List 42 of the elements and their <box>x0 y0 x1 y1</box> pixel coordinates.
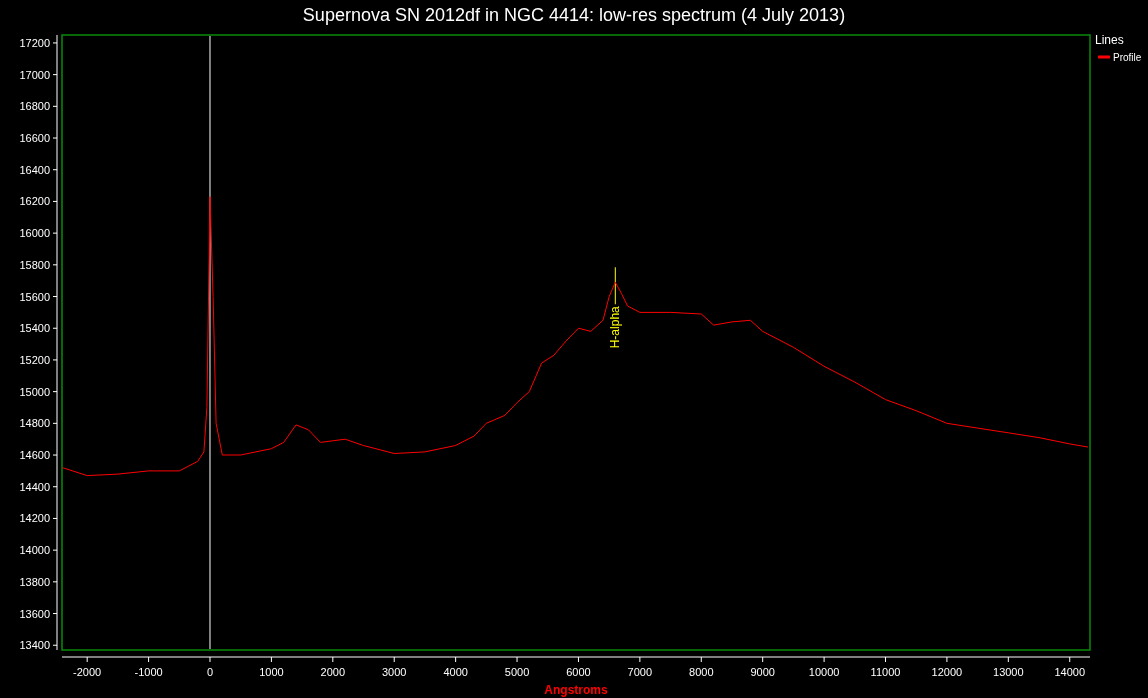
y-tick-label: 13800 <box>19 575 50 588</box>
y-tick-label: 17000 <box>19 68 50 81</box>
y-tick-label: 16600 <box>19 132 50 145</box>
x-axis-label: Angstroms <box>544 683 608 697</box>
chart-title: Supernova SN 2012df in NGC 4414: low-res spectrum (4 July 2013) <box>301 4 847 27</box>
y-tick-label: 16400 <box>19 163 50 176</box>
y-tick-label: 16800 <box>19 100 50 113</box>
y-tick-label: 15800 <box>19 258 50 271</box>
x-tick-label: 9000 <box>750 666 775 678</box>
x-tick-label: -1000 <box>134 666 163 678</box>
y-tick-label: 15000 <box>19 385 50 398</box>
x-tick-label: 2000 <box>320 666 346 678</box>
x-tick-label: 12000 <box>931 666 963 678</box>
x-tick-label: 8000 <box>689 666 714 678</box>
y-tick-label: 16000 <box>19 227 50 240</box>
x-tick-label: 5000 <box>504 666 530 678</box>
y-tick-label: 14200 <box>19 512 50 525</box>
x-tick-label: 4000 <box>443 666 468 678</box>
y-tick-label: 15200 <box>19 353 50 366</box>
x-tick-label: 3000 <box>382 666 407 678</box>
x-tick-label: 13000 <box>993 666 1024 678</box>
marker-label: H-alpha <box>608 306 623 349</box>
y-tick-label: 14400 <box>19 480 50 493</box>
legend-title: Lines <box>1095 33 1124 47</box>
y-tick-label: 15600 <box>19 290 50 303</box>
x-tick-label: 14000 <box>1054 666 1086 678</box>
y-tick-label: 14600 <box>19 449 50 462</box>
x-tick-label: 6000 <box>566 666 591 678</box>
x-tick-label: 7000 <box>627 666 653 678</box>
y-tick-label: 14800 <box>19 417 50 430</box>
x-tick-label: 1000 <box>259 666 284 678</box>
y-tick-label: 13400 <box>19 639 50 652</box>
x-tick-label: 0 <box>206 666 214 678</box>
x-tick-label: -2000 <box>73 666 102 678</box>
x-tick-label: 11000 <box>870 666 901 678</box>
y-tick-label: 17200 <box>19 36 50 49</box>
y-tick-label: 13600 <box>19 607 50 620</box>
legend-label: Profile <box>1113 52 1142 63</box>
y-tick-label: 14000 <box>19 544 50 557</box>
y-tick-label: 16200 <box>19 195 50 208</box>
x-tick-label: 10000 <box>808 666 840 678</box>
y-tick-label: 15400 <box>19 322 50 335</box>
